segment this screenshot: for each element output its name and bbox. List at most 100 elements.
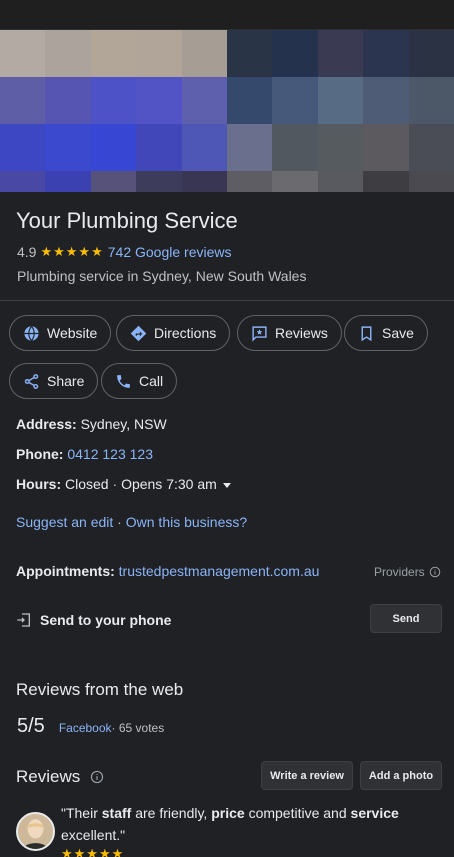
reviews-icon [252,325,267,342]
photo-tile [317,124,364,171]
photo-tile [136,30,182,77]
photo-tile [181,77,227,124]
appointments-row: Appointments: trustedpestmanagement.com.… [16,563,319,579]
photo-tile [227,30,273,77]
phone-label: Phone: [16,446,64,462]
photo-tile [0,171,46,192]
reviewer-avatar [16,812,55,851]
send-to-device-icon [17,613,30,627]
reviews-button[interactable]: Reviews [237,315,342,351]
business-photo[interactable] [0,30,454,192]
providers-label: Providers [374,565,425,579]
photo-tile [317,77,364,124]
photo-tile [136,171,182,192]
photo-tile [136,124,182,171]
address-value[interactable]: Sydney, NSW [81,416,167,432]
snippet-text: excellent." [61,827,126,843]
photo-tile [363,30,409,77]
photo-tile [227,77,273,124]
web-reviews-title: Reviews from the web [16,680,184,699]
rating-stars: ★★★★★ [40,244,104,259]
hours-next[interactable]: Opens 7:30 am [121,476,217,492]
write-review-button[interactable]: Write a review [261,761,353,790]
photo-tile [408,171,454,192]
address-row: Address: Sydney, NSW [16,416,167,432]
phone-icon [117,374,130,388]
appointments-link[interactable]: trustedpestmanagement.com.au [119,563,320,579]
photo-tile [90,171,137,192]
snippet-text: competitive and [244,805,351,821]
hours-row: Hours: Closed · Opens 7:30 am [16,476,231,492]
edit-row: Suggest an edit · Own this business? [16,514,247,530]
photo-tile [181,171,227,192]
snippet-keyword: service [350,805,399,821]
reviews-title: Reviews [16,767,81,786]
providers-info[interactable]: Providers [374,565,441,579]
web-review-score: 5/5 [17,715,45,737]
photo-tile [363,124,409,171]
phone-row: Phone: 0412 123 123 [16,446,153,462]
hours-label: Hours: [16,476,62,492]
snippet-text: are friendly, [131,805,212,821]
reviews-label: Reviews [275,325,328,341]
rating-row: 4.9 ★★★★★ 742 Google reviews [17,244,232,260]
share-icon [24,373,39,389]
photo-tile [0,77,46,124]
photo-tile [363,171,409,192]
rating-value: 4.9 [17,244,37,260]
photo-tile [317,30,364,77]
divider [0,300,454,301]
photo-tile [90,124,137,171]
caret-down-icon[interactable] [222,482,231,488]
photo-tile [136,77,182,124]
info-icon [429,566,440,578]
bookmark-icon [361,325,372,341]
photo-tile [408,77,454,124]
call-button[interactable]: Call [101,363,178,399]
reviews-header: Reviews [16,767,104,787]
snippet-text: "Their [61,805,102,821]
photo-tile [272,171,318,192]
address-label: Address: [16,416,77,432]
photo-tile [181,124,227,171]
directions-icon [130,325,147,341]
save-button[interactable]: Save [344,315,428,351]
appointments-label: Appointments: [16,563,115,579]
add-photo-button[interactable]: Add a photo [360,761,442,790]
snippet-keyword: staff [101,805,132,821]
hours-status: Closed [65,476,109,492]
business-category: Plumbing service in Sydney, New South Wa… [17,268,307,284]
globe-icon [24,325,39,341]
photo-tile [408,30,454,77]
directions-label: Directions [154,325,217,341]
website-button[interactable]: Website [9,315,112,351]
photo-tile [408,124,454,171]
photo-tile [45,124,91,171]
share-button[interactable]: Share [9,363,99,399]
web-review-votes: · 65 votes [111,721,165,735]
send-button[interactable]: Send [370,604,442,633]
photo-tile [0,30,46,77]
photo-tile [227,124,273,171]
photo-tile [0,124,46,171]
facebook-link[interactable]: Facebook [59,721,112,735]
review-snippet[interactable]: "Their staff are friendly, price competi… [61,802,441,846]
info-icon[interactable] [90,770,104,784]
photo-tile [272,77,318,124]
send-to-phone-row: Send to your phone [16,612,171,628]
photo-tile [227,171,273,192]
photo-tile [45,171,91,192]
website-label: Website [47,325,98,341]
directions-button[interactable]: Directions [116,315,231,351]
reviews-count-link[interactable]: 742 Google reviews [108,244,232,260]
own-business-link[interactable]: Own this business? [126,514,247,530]
edit-separator: · [113,514,126,530]
photo-tile [272,124,318,171]
photo-tile [181,30,227,77]
phone-link[interactable]: 0412 123 123 [67,446,153,462]
photo-tile [45,30,91,77]
photo-tile [317,171,364,192]
suggest-edit-link[interactable]: Suggest an edit [16,514,113,530]
hours-separator: · [108,476,122,492]
top-bar [0,0,454,30]
